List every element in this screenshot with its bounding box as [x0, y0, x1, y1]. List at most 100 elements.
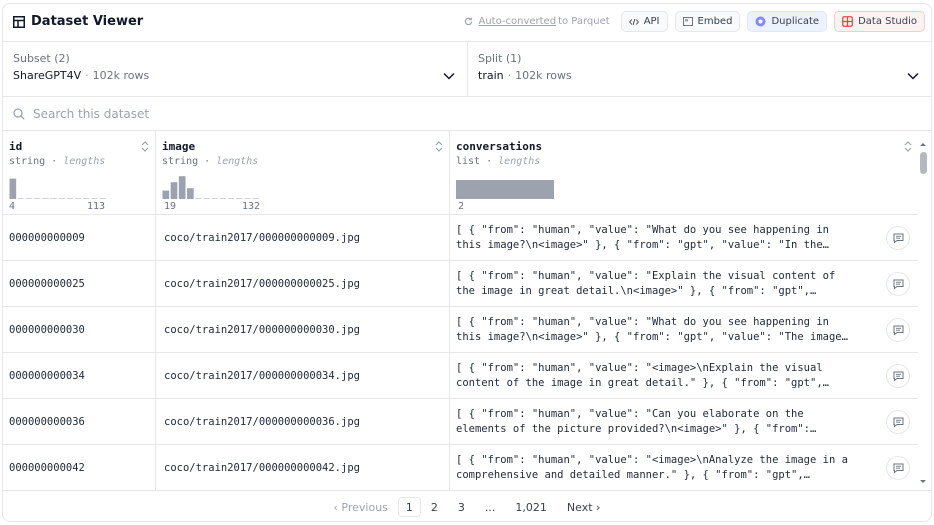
column-type: string · lengths — [162, 156, 259, 167]
next-page-button[interactable]: Next › — [557, 497, 611, 517]
column-name: id — [9, 140, 23, 153]
split-label: Split (1) — [478, 52, 522, 65]
cell-image: coco/train2017/000000000025.jpg — [155, 261, 449, 306]
column-type: list · lengths — [456, 156, 541, 167]
hist-max: 132 — [242, 201, 261, 212]
histogram-bar — [74, 198, 82, 199]
cell-conversations: [ { "from": "human", "value": "Explain t… — [449, 261, 918, 306]
expand-message-button[interactable] — [886, 272, 910, 296]
cell-id: 000000000025 — [9, 277, 85, 290]
histogram-bar — [195, 198, 202, 199]
search-icon — [13, 107, 25, 120]
cell-conversations: [ { "from": "human", "value": "<image>\n… — [449, 445, 918, 490]
histogram-bar — [50, 198, 57, 199]
histogram-bar — [9, 178, 17, 199]
column-header-id[interactable]: id string · lengths 4 113 — [3, 131, 155, 214]
split-select[interactable]: Split (1) train · 102k rows — [467, 42, 931, 96]
subset-split-bar: Subset (2) ShareGPT4V · 102k rows Split (1… — [3, 42, 931, 97]
search-input[interactable] — [33, 106, 433, 121]
sort-icon[interactable] — [435, 141, 443, 152]
column-header-conversations[interactable]: conversations list · lengths 2 — [449, 131, 918, 214]
cell-image: coco/train2017/000000000036.jpg — [155, 399, 449, 444]
conversation-line: elements of the picture provided?\n<imag… — [456, 423, 817, 435]
page-button[interactable]: 1 — [397, 497, 421, 517]
message-icon — [893, 325, 903, 336]
cell-conversations: [ { "from": "human", "value": "What do y… — [449, 307, 918, 352]
histogram — [162, 176, 259, 199]
hist-min: 4 — [9, 201, 16, 212]
column-type: string · lengths — [9, 156, 106, 167]
message-icon — [893, 279, 903, 290]
scroll-down-icon[interactable] — [917, 478, 929, 486]
vertical-scrollbar[interactable] — [917, 132, 929, 490]
api-button-label: API — [643, 16, 660, 27]
conversation-line: [ { "from": "human", "value": "<image>\n… — [456, 454, 848, 466]
code-icon — [628, 18, 639, 25]
sort-icon[interactable] — [141, 141, 149, 152]
hist-max: 113 — [87, 201, 106, 212]
chevron-down-icon — [443, 72, 455, 80]
conversation-line: content of the image in great detail." }… — [456, 377, 829, 389]
expand-message-button[interactable] — [886, 226, 910, 250]
expand-message-button[interactable] — [886, 456, 910, 480]
subset-value: ShareGPT4V — [13, 69, 82, 82]
table-body: 000000000009 coco/train2017/000000000009.… — [3, 215, 918, 490]
table-row[interactable]: 000000000036 coco/train2017/000000000036.… — [3, 399, 918, 445]
expand-message-button[interactable] — [886, 410, 910, 434]
cell-conversations: [ { "from": "human", "value": "Can you e… — [449, 399, 918, 444]
scroll-up-icon[interactable] — [917, 140, 929, 148]
column-name: image — [162, 140, 196, 153]
column-header-image[interactable]: image string · lengths 19 132 — [155, 131, 449, 214]
dataset-viewer: Dataset Viewer Auto-converted to Parquet… — [2, 3, 932, 522]
histogram-bar — [203, 198, 210, 199]
table-header: id string · lengths 4 113 image string ·… — [3, 131, 918, 215]
sort-icon[interactable] — [904, 141, 912, 152]
cell-id: 000000000036 — [9, 415, 85, 428]
page-button[interactable]: 1,021 — [505, 497, 557, 517]
refresh-icon — [465, 17, 473, 26]
duplicate-icon — [755, 16, 766, 27]
expand-message-button[interactable] — [886, 364, 910, 388]
duplicate-button-label: Duplicate — [771, 16, 820, 27]
hist-min: 19 — [164, 201, 177, 212]
table-row[interactable]: 000000000042 coco/train2017/000000000042.… — [3, 445, 918, 490]
auto-converted-note: Auto-converted to Parquet — [464, 16, 610, 27]
histogram — [456, 180, 554, 199]
histogram-bar — [91, 198, 98, 199]
duplicate-button[interactable]: Duplicate — [747, 11, 828, 32]
api-button[interactable]: API — [620, 11, 668, 32]
embed-icon — [682, 17, 693, 26]
expand-message-button[interactable] — [886, 318, 910, 342]
table-row[interactable]: 000000000034 coco/train2017/000000000034.… — [3, 353, 918, 399]
split-value: train — [478, 69, 504, 82]
cell-id: 000000000030 — [9, 323, 85, 336]
conversation-line: [ { "from": "human", "value": "<image>\n… — [456, 362, 823, 374]
previous-page-button[interactable]: ‹ Previous — [324, 497, 398, 517]
embed-button[interactable]: Embed — [674, 11, 741, 32]
page-button[interactable]: 3 — [448, 497, 475, 517]
message-icon — [893, 463, 903, 474]
page-button[interactable]: 2 — [421, 497, 448, 517]
histogram-bar — [211, 198, 219, 199]
conversation-line: this image?\n<image>" }, { "from": "gpt"… — [456, 239, 829, 251]
table-row[interactable]: 000000000009 coco/train2017/000000000009.… — [3, 215, 918, 261]
histogram-bar — [99, 198, 106, 199]
histogram-bar — [456, 180, 554, 199]
conversation-line: [ { "from": "human", "value": "Explain t… — [456, 270, 836, 282]
auto-converted-link[interactable]: Auto-converted — [478, 16, 556, 27]
cell-conversations: [ { "from": "human", "value": "What do y… — [449, 215, 918, 260]
data-studio-button-label: Data Studio — [858, 16, 917, 27]
histogram-bar — [83, 198, 90, 199]
auto-converted-suffix: to Parquet — [558, 16, 610, 27]
histogram-bar — [58, 198, 66, 199]
table-row[interactable]: 000000000030 coco/train2017/000000000030.… — [3, 307, 918, 353]
data-studio-icon — [842, 16, 853, 27]
data-studio-button[interactable]: Data Studio — [834, 11, 925, 32]
histogram-bar — [170, 182, 178, 199]
subset-select[interactable]: Subset (2) ShareGPT4V · 102k rows — [3, 42, 467, 96]
chevron-down-icon — [907, 72, 919, 80]
conversation-line: [ { "from": "human", "value": "What do y… — [456, 316, 829, 328]
scrollbar-thumb[interactable] — [920, 152, 927, 174]
table-row[interactable]: 000000000025 coco/train2017/000000000025.… — [3, 261, 918, 307]
cell-image: coco/train2017/000000000034.jpg — [155, 353, 449, 398]
